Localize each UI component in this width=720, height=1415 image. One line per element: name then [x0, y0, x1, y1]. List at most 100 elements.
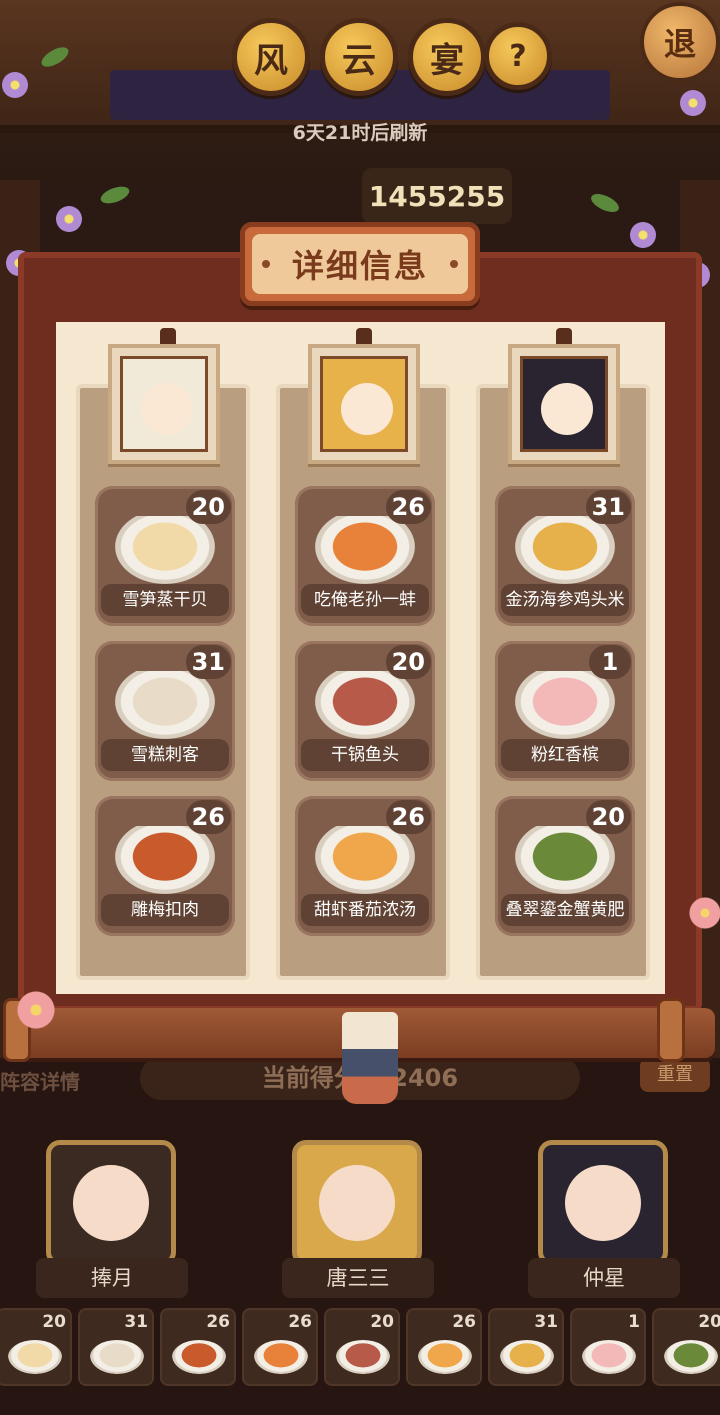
dish-icon: [515, 671, 615, 739]
dish-slot-count: 1: [628, 1312, 640, 1332]
dish-slot[interactable]: 26: [242, 1308, 318, 1386]
dish-slot[interactable]: 20: [652, 1308, 720, 1386]
flower-icon: [16, 990, 56, 1030]
dish-slot-count: 26: [452, 1312, 476, 1332]
lineup-details-label[interactable]: 阵容详情: [0, 1066, 80, 1095]
refresh-timer: 6天21时后刷新: [292, 122, 428, 144]
dish-card[interactable]: 31 金汤海参鸡头米: [495, 486, 635, 626]
dish-slot-count: 20: [42, 1312, 66, 1332]
dish-slot-count: 26: [288, 1312, 312, 1332]
dish-card[interactable]: 31 雪糕刺客: [95, 641, 235, 781]
hero-name: 唐三三: [282, 1258, 434, 1298]
dish-slot[interactable]: 31: [488, 1308, 564, 1386]
dish-icon: [500, 1340, 554, 1374]
dish-name: 金汤海参鸡头米: [501, 584, 629, 616]
dish-icon: [90, 1340, 144, 1374]
dish-icon: [8, 1340, 62, 1374]
dish-card[interactable]: 1 粉红香槟: [495, 641, 635, 781]
dish-count: 20: [185, 490, 231, 524]
dish-slot[interactable]: 20: [324, 1308, 400, 1386]
dish-count: 31: [585, 490, 631, 524]
hero-portrait: [73, 1165, 149, 1241]
dish-count: 20: [385, 645, 431, 679]
dish-slot[interactable]: 26: [406, 1308, 482, 1386]
exit-button[interactable]: 退: [640, 2, 720, 82]
title-char-2: 云: [320, 18, 398, 96]
hero-card[interactable]: [292, 1140, 422, 1266]
dish-slot[interactable]: 31: [78, 1308, 154, 1386]
dish-card[interactable]: 26 吃俺老孙一蚌: [295, 486, 435, 626]
dish-name: 雪糕刺客: [101, 739, 229, 771]
dish-slot-count: 20: [370, 1312, 394, 1332]
hero-face: [141, 383, 193, 435]
hero-name: 仲星: [528, 1258, 680, 1298]
dish-name: 雕梅扣肉: [101, 894, 229, 926]
dish-slot[interactable]: 26: [160, 1308, 236, 1386]
dish-icon: [582, 1340, 636, 1374]
hero-portrait-frame: [108, 344, 220, 464]
dish-name: 雪笋蒸干贝: [101, 584, 229, 616]
hero-card[interactable]: [46, 1140, 176, 1266]
dish-icon: [315, 516, 415, 584]
dish-icon: [254, 1340, 308, 1374]
dish-card[interactable]: 26 甜虾番茄浓汤: [295, 796, 435, 936]
hero-portrait: [565, 1165, 641, 1241]
dish-slot[interactable]: 20: [0, 1308, 72, 1386]
reset-button[interactable]: 重置: [640, 1058, 710, 1092]
dish-name: 粉红香槟: [501, 739, 629, 771]
hero-card[interactable]: [538, 1140, 668, 1266]
tassel-ornament: [342, 1012, 398, 1104]
dish-count: 1: [589, 645, 631, 679]
dish-slot[interactable]: 1: [570, 1308, 646, 1386]
dish-icon: [115, 516, 215, 584]
dish-count: 20: [585, 800, 631, 834]
total-score: 1455255: [362, 168, 512, 224]
dish-icon: [418, 1340, 472, 1374]
flower-icon: [688, 896, 720, 930]
dish-icon: [336, 1340, 390, 1374]
flower-icon: [630, 222, 656, 248]
flower-icon: [56, 206, 82, 232]
hero-portrait: [319, 1165, 395, 1241]
roller-end: [657, 998, 685, 1062]
plate-rivet: [262, 260, 270, 268]
flower-icon: [680, 90, 706, 116]
hero-portrait-frame: [308, 344, 420, 464]
hero-portrait: [320, 356, 408, 452]
leaf-icon: [98, 183, 132, 207]
dish-icon: [315, 826, 415, 894]
dish-count: 26: [385, 490, 431, 524]
modal-title: 详细信息: [252, 234, 468, 294]
dish-card[interactable]: 20 叠翠鎏金蟹黄肥: [495, 796, 635, 936]
help-button[interactable]: ?: [484, 22, 552, 90]
dish-count: 31: [185, 645, 231, 679]
dish-icon: [315, 671, 415, 739]
dish-slot-count: 31: [534, 1312, 558, 1332]
hero-portrait: [120, 356, 208, 452]
flower-icon: [2, 72, 28, 98]
dish-card[interactable]: 26 雕梅扣肉: [95, 796, 235, 936]
dish-name: 甜虾番茄浓汤: [301, 894, 429, 926]
dish-slot-count: 20: [698, 1312, 720, 1332]
hero-face: [341, 383, 393, 435]
plate-rivet: [450, 260, 458, 268]
title-char-3: 宴: [408, 18, 486, 96]
dish-slot-count: 26: [206, 1312, 230, 1332]
dish-name: 叠翠鎏金蟹黄肥: [501, 894, 629, 926]
dish-icon: [515, 516, 615, 584]
dish-slot-count: 31: [124, 1312, 148, 1332]
dish-icon: [664, 1340, 718, 1374]
dish-name: 干锅鱼头: [301, 739, 429, 771]
dish-card[interactable]: 20 雪笋蒸干贝: [95, 486, 235, 626]
dish-icon: [172, 1340, 226, 1374]
leaf-icon: [588, 190, 622, 216]
modal-header: 详细信息: [240, 222, 480, 306]
hero-name: 捧月: [36, 1258, 188, 1298]
dish-icon: [515, 826, 615, 894]
hero-portrait-frame: [508, 344, 620, 464]
hero-face: [541, 383, 593, 435]
dish-count: 26: [185, 800, 231, 834]
title-char-1: 风: [232, 18, 310, 96]
dish-card[interactable]: 20 干锅鱼头: [295, 641, 435, 781]
dish-count: 26: [385, 800, 431, 834]
